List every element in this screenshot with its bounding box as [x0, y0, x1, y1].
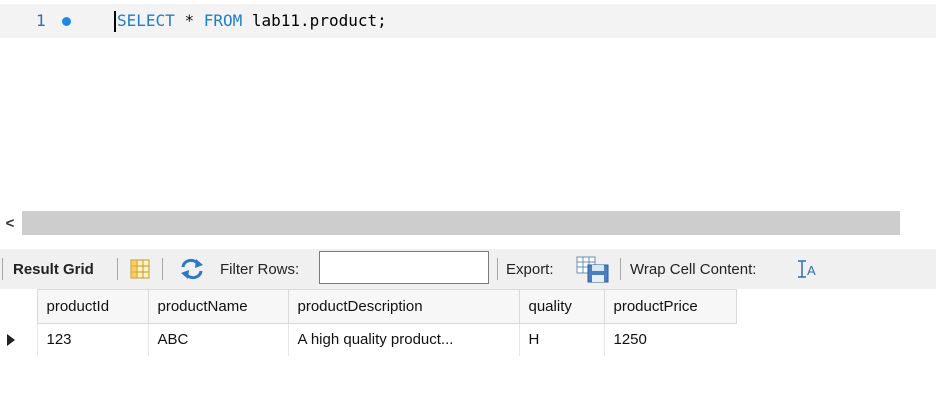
svg-text:A: A [807, 263, 816, 278]
sql-statement[interactable]: SELECT * FROM lab11.product; [117, 11, 387, 31]
refresh-icon[interactable] [178, 249, 206, 289]
sql-keyword-select: SELECT [117, 11, 175, 30]
line-number: 1 [36, 11, 46, 30]
result-grid[interactable]: productId productName productDescription… [0, 289, 737, 356]
table-cell[interactable]: 1250 [603, 323, 736, 356]
row-pointer-icon [7, 333, 15, 346]
scroll-left-arrow-icon[interactable]: < [2, 213, 18, 233]
grid-layout-icon[interactable] [128, 249, 152, 289]
toolbar-divider [497, 258, 498, 280]
result-grid-tab[interactable]: Result Grid [13, 249, 94, 289]
toolbar-divider [2, 258, 3, 280]
current-row-indicator[interactable] [0, 323, 37, 356]
table-cell[interactable]: ABC [147, 323, 288, 356]
table-row[interactable]: 123 ABC A high quality product... H 1250 [0, 323, 736, 356]
wrap-cell-icon[interactable]: A [796, 249, 818, 289]
column-header-productdescription[interactable]: productDescription [287, 289, 520, 324]
column-header-productname[interactable]: productName [147, 289, 289, 324]
sql-wildcard: * [184, 11, 195, 30]
toolbar-divider [162, 258, 163, 280]
editor-horizontal-scrollbar[interactable]: < [0, 211, 936, 235]
table-cell[interactable]: 123 [36, 323, 148, 356]
sql-keyword-from: FROM [203, 11, 243, 30]
grid-header-row: productId productName productDescription… [0, 289, 737, 324]
row-header-corner [0, 289, 37, 324]
export-label: Export: [506, 260, 554, 278]
export-icon[interactable] [575, 249, 611, 289]
sql-table-name: lab11.product; [242, 11, 387, 30]
filter-rows-input[interactable] [319, 251, 489, 284]
active-code-line[interactable]: 1 SELECT * FROM lab11.product; [0, 4, 936, 38]
column-header-quality[interactable]: quality [518, 289, 605, 324]
toolbar-divider [620, 258, 621, 280]
column-header-productprice[interactable]: productPrice [603, 289, 737, 324]
scrollbar-thumb[interactable] [22, 211, 900, 235]
statement-marker-icon [62, 17, 71, 26]
filter-rows-label: Filter Rows: [220, 260, 300, 278]
sql-editor[interactable]: 1 SELECT * FROM lab11.product; [0, 0, 936, 210]
wrap-cell-content-label: Wrap Cell Content: [630, 260, 757, 278]
column-header-productid[interactable]: productId [36, 289, 149, 324]
toolbar-divider [117, 258, 118, 280]
table-cell[interactable]: H [518, 323, 604, 356]
table-cell[interactable]: A high quality product... [287, 323, 519, 356]
text-caret [114, 11, 116, 32]
